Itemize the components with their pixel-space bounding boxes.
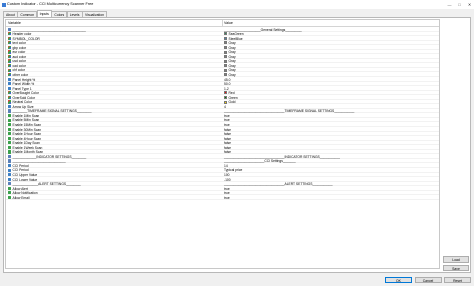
bool-type-icon bbox=[8, 186, 12, 190]
number-type-icon bbox=[8, 104, 12, 109]
string-type-icon bbox=[8, 159, 12, 163]
color-swatch[interactable] bbox=[224, 41, 227, 45]
color-type-icon bbox=[8, 68, 12, 72]
string-type-icon bbox=[8, 182, 12, 186]
number-type-icon bbox=[8, 173, 12, 177]
color-type-icon bbox=[8, 32, 12, 36]
variable-value[interactable]: true bbox=[224, 196, 230, 200]
color-swatch[interactable] bbox=[224, 64, 227, 68]
bool-type-icon bbox=[8, 150, 12, 154]
ok-button[interactable]: OK bbox=[385, 276, 412, 283]
bool-type-icon bbox=[8, 132, 12, 136]
window-title: Custom Indicator - CCI Multicurrency Sca… bbox=[7, 2, 94, 7]
color-swatch[interactable] bbox=[224, 96, 227, 99]
app-icon bbox=[1, 2, 6, 7]
number-type-icon bbox=[8, 77, 12, 81]
title-bar: Custom Indicator - CCI Multicurrency Sca… bbox=[0, 0, 474, 9]
bool-type-icon bbox=[8, 118, 12, 122]
string-type-icon bbox=[8, 109, 12, 113]
bool-type-icon bbox=[8, 195, 12, 200]
number-type-icon bbox=[8, 164, 12, 168]
table-row[interactable]: Allow Email true bbox=[6, 195, 439, 200]
color-swatch[interactable] bbox=[224, 73, 227, 77]
load-button[interactable]: Load bbox=[443, 256, 469, 263]
table-body: ________________________________________… bbox=[6, 27, 439, 200]
color-type-icon bbox=[8, 45, 12, 49]
column-header-value[interactable]: Value bbox=[224, 21, 233, 25]
color-type-icon bbox=[8, 100, 12, 104]
dialog-window: Custom Indicator - CCI Multicurrency Sca… bbox=[0, 0, 474, 286]
color-type-icon bbox=[8, 36, 12, 40]
bool-type-icon bbox=[8, 191, 12, 195]
bool-type-icon bbox=[8, 145, 12, 149]
color-swatch[interactable] bbox=[224, 100, 227, 104]
string-type-icon bbox=[8, 27, 12, 31]
color-type-icon bbox=[8, 41, 12, 45]
number-type-icon bbox=[8, 86, 12, 90]
color-swatch[interactable] bbox=[224, 50, 227, 54]
color-type-icon bbox=[8, 91, 12, 95]
bool-type-icon bbox=[8, 141, 12, 145]
color-type-icon bbox=[8, 95, 12, 99]
maximize-button[interactable]: □ bbox=[455, 1, 464, 8]
color-swatch[interactable] bbox=[224, 45, 227, 49]
save-button[interactable]: Save bbox=[443, 264, 469, 271]
bool-type-icon bbox=[8, 123, 12, 127]
color-type-icon bbox=[8, 50, 12, 54]
color-type-icon bbox=[8, 59, 12, 63]
string-type-icon bbox=[8, 154, 12, 159]
inputs-table: Variable Value _________________________… bbox=[5, 19, 440, 269]
bool-type-icon bbox=[8, 136, 12, 140]
minimize-button[interactable]: — bbox=[445, 1, 454, 8]
color-swatch[interactable] bbox=[224, 55, 227, 59]
table-header: Variable Value bbox=[6, 20, 439, 27]
column-header-variable[interactable]: Variable bbox=[8, 21, 21, 25]
bool-type-icon bbox=[8, 113, 12, 118]
reset-button[interactable]: Reset bbox=[444, 276, 471, 283]
number-type-icon bbox=[8, 168, 12, 172]
variable-name: Allow Email bbox=[12, 195, 30, 200]
close-button[interactable]: ✕ bbox=[465, 1, 474, 8]
color-swatch[interactable] bbox=[224, 59, 227, 63]
color-swatch[interactable] bbox=[224, 68, 227, 72]
color-swatch[interactable] bbox=[224, 32, 227, 36]
color-type-icon bbox=[8, 73, 12, 77]
bool-type-icon bbox=[8, 127, 12, 131]
number-type-icon bbox=[8, 82, 12, 86]
cancel-button[interactable]: Cancel bbox=[414, 276, 442, 283]
color-type-icon bbox=[8, 63, 12, 68]
color-type-icon bbox=[8, 54, 12, 59]
number-type-icon bbox=[8, 177, 12, 181]
color-swatch[interactable] bbox=[224, 36, 227, 40]
column-divider[interactable] bbox=[222, 20, 223, 27]
color-swatch[interactable] bbox=[224, 91, 227, 95]
